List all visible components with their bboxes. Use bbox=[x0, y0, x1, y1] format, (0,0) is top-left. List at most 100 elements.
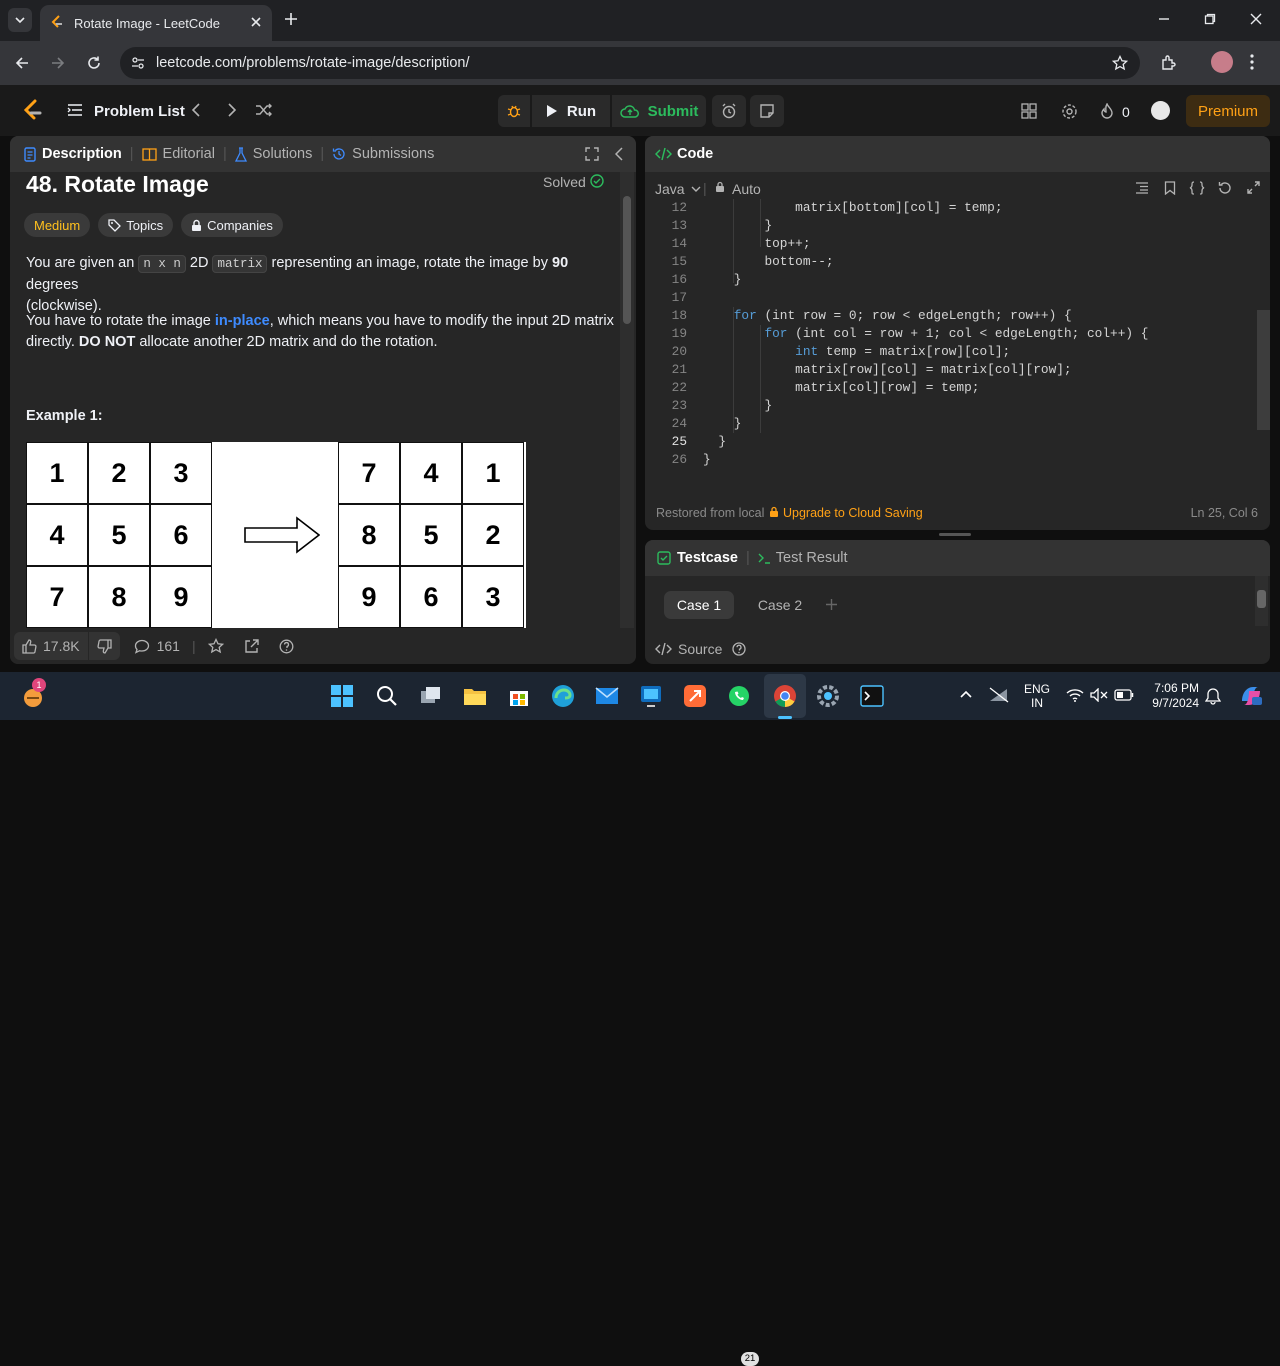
auto-label[interactable]: Auto bbox=[732, 181, 761, 197]
settings-gear-icon[interactable] bbox=[1061, 103, 1078, 120]
new-tab-icon[interactable] bbox=[284, 12, 298, 26]
submit-button[interactable]: Submit bbox=[612, 95, 706, 127]
restore-icon[interactable] bbox=[1204, 13, 1216, 25]
help-icon[interactable] bbox=[279, 639, 294, 654]
layout-icon[interactable] bbox=[1021, 103, 1037, 119]
profile-avatar[interactable] bbox=[1211, 51, 1233, 73]
microsoft-store-icon[interactable] bbox=[504, 681, 534, 711]
in-place-link[interactable]: in-place bbox=[215, 313, 270, 329]
premium-button[interactable]: Premium bbox=[1186, 95, 1270, 127]
streak-flame-icon[interactable] bbox=[1100, 103, 1114, 120]
debug-button[interactable] bbox=[498, 95, 530, 127]
description-scrollbar[interactable] bbox=[620, 172, 634, 628]
upgrade-link[interactable]: Upgrade to Cloud Saving bbox=[783, 506, 923, 520]
code-line[interactable]: 13 } bbox=[645, 217, 1245, 235]
code-line[interactable]: 25 } bbox=[645, 433, 1245, 451]
settings-app-icon[interactable] bbox=[813, 681, 843, 711]
run-button[interactable]: Run bbox=[532, 95, 610, 127]
tab-test-result[interactable]: Test Result bbox=[776, 550, 848, 566]
case-1-button[interactable]: Case 1 bbox=[664, 591, 734, 619]
postman-icon[interactable] bbox=[680, 681, 710, 711]
favorite-star-icon[interactable] bbox=[207, 638, 224, 654]
file-explorer-icon[interactable] bbox=[460, 681, 490, 711]
tab-submissions[interactable]: Submissions bbox=[352, 146, 434, 162]
reload-icon[interactable] bbox=[86, 55, 102, 71]
whatsapp-icon[interactable] bbox=[724, 681, 754, 711]
code-line[interactable]: 26} bbox=[645, 451, 1245, 469]
notification-bell-icon[interactable] bbox=[1205, 687, 1221, 705]
collapse-chevron-icon[interactable] bbox=[615, 147, 623, 161]
notes-button[interactable] bbox=[750, 95, 784, 127]
share-icon[interactable] bbox=[244, 638, 259, 654]
code-line[interactable]: 17 bbox=[645, 289, 1245, 307]
start-windows-icon[interactable] bbox=[327, 681, 357, 711]
edge-browser-icon[interactable] bbox=[548, 681, 578, 711]
companies-button[interactable]: Companies bbox=[181, 213, 283, 237]
minimize-icon[interactable] bbox=[1158, 13, 1170, 25]
tab-solutions[interactable]: Solutions bbox=[253, 146, 313, 162]
leetcode-logo-icon[interactable] bbox=[22, 99, 42, 123]
back-icon[interactable] bbox=[14, 55, 30, 71]
add-case-icon[interactable] bbox=[825, 598, 838, 611]
clock[interactable]: 7:06 PM 9/7/2024 bbox=[1143, 681, 1199, 711]
braces-icon[interactable] bbox=[1189, 181, 1205, 195]
extensions-icon[interactable] bbox=[1160, 54, 1178, 72]
help-circle-icon[interactable] bbox=[732, 642, 747, 656]
site-info-icon[interactable] bbox=[130, 55, 146, 71]
browser-tab[interactable]: Rotate Image - LeetCode bbox=[40, 5, 272, 41]
code-line[interactable]: 20 int temp = matrix[row][col]; bbox=[645, 343, 1245, 361]
code-line[interactable]: 14 top++; bbox=[645, 235, 1245, 253]
problem-list-link[interactable]: Problem List bbox=[94, 103, 185, 120]
user-avatar[interactable] bbox=[1151, 101, 1170, 120]
topics-button[interactable]: Topics bbox=[98, 213, 174, 237]
close-window-icon[interactable] bbox=[1250, 13, 1262, 25]
dislike-button[interactable] bbox=[88, 632, 120, 660]
code-line[interactable]: 15 bottom--; bbox=[645, 253, 1245, 271]
expand-icon[interactable] bbox=[1247, 181, 1260, 194]
search-icon[interactable] bbox=[372, 681, 402, 711]
problem-list-icon[interactable] bbox=[67, 103, 83, 117]
reset-icon[interactable] bbox=[1218, 181, 1232, 195]
next-problem-icon[interactable] bbox=[227, 103, 237, 117]
panel-resize-handle[interactable] bbox=[939, 533, 971, 536]
forward-icon[interactable] bbox=[50, 55, 66, 71]
tab-testcase[interactable]: Testcase bbox=[677, 550, 738, 566]
code-line[interactable]: 23 } bbox=[645, 397, 1245, 415]
scroll-thumb[interactable] bbox=[623, 196, 631, 324]
tab-description[interactable]: Description bbox=[42, 146, 122, 162]
show-hidden-icons-chevron-icon[interactable] bbox=[960, 690, 972, 698]
scroll-thumb[interactable] bbox=[1257, 310, 1270, 430]
battery-icon[interactable] bbox=[1114, 689, 1134, 701]
like-button[interactable]: 17.8K bbox=[14, 632, 88, 660]
code-line[interactable]: 24 } bbox=[645, 415, 1245, 433]
code-line[interactable]: 12 matrix[bottom][col] = temp; bbox=[645, 199, 1245, 217]
maximize-icon[interactable] bbox=[585, 147, 599, 161]
tab-search-icon[interactable] bbox=[8, 8, 32, 32]
bookmark-icon[interactable] bbox=[1164, 181, 1176, 195]
mail-icon[interactable] bbox=[592, 681, 622, 711]
case-2-button[interactable]: Case 2 bbox=[745, 591, 815, 619]
task-view-icon[interactable] bbox=[416, 681, 446, 711]
code-line[interactable]: 18 for (int row = 0; row < edgeLength; r… bbox=[645, 307, 1245, 325]
code-line[interactable]: 21 matrix[row][col] = matrix[col][row]; bbox=[645, 361, 1245, 379]
editor-scrollbar[interactable] bbox=[1257, 204, 1270, 458]
source-label[interactable]: Source bbox=[678, 641, 722, 657]
volume-muted-icon[interactable] bbox=[1090, 688, 1108, 702]
timer-button[interactable] bbox=[712, 95, 746, 127]
testcase-scrollbar[interactable] bbox=[1255, 576, 1268, 626]
code-editor[interactable]: 12 matrix[bottom][col] = temp; 13 } 14 top… bbox=[645, 199, 1257, 499]
scroll-thumb[interactable] bbox=[1257, 590, 1266, 608]
comment-icon[interactable] bbox=[134, 639, 150, 654]
browser-menu-icon[interactable] bbox=[1250, 54, 1254, 70]
format-icon[interactable] bbox=[1135, 182, 1149, 194]
network-off-icon[interactable] bbox=[989, 687, 1009, 703]
url-field[interactable]: leetcode.com/problems/rotate-image/descr… bbox=[120, 47, 1140, 79]
wifi-icon[interactable] bbox=[1066, 688, 1084, 702]
close-tab-icon[interactable] bbox=[250, 16, 262, 28]
prev-problem-icon[interactable] bbox=[191, 103, 201, 117]
bookmark-star-icon[interactable] bbox=[1112, 55, 1128, 71]
code-line[interactable]: 19 for (int col = row + 1; col < edgeLen… bbox=[645, 325, 1245, 343]
tab-editorial[interactable]: Editorial bbox=[163, 146, 215, 162]
terminal-app-icon[interactable] bbox=[857, 681, 887, 711]
code-line[interactable]: 16 } bbox=[645, 271, 1245, 289]
